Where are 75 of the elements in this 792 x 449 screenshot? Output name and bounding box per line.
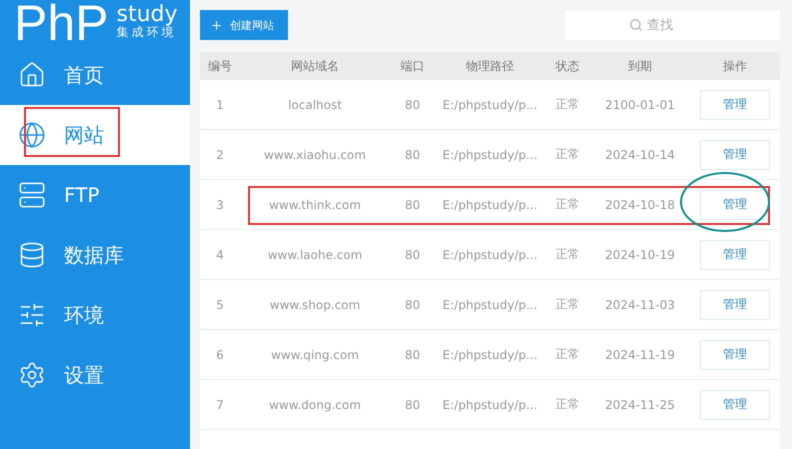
table-cell-text: 正常	[554, 296, 580, 313]
plus-icon	[210, 18, 223, 32]
table-cell-text: 80	[404, 248, 422, 262]
sidebar-item[interactable]: 设置	[0, 345, 190, 405]
search-icon	[629, 18, 643, 32]
table-cell-text: www.xiaohu.com	[263, 148, 367, 162]
table-cell-text: www.qing.com	[270, 348, 360, 362]
table-cell-text: 3	[215, 198, 225, 212]
home-icon	[18, 61, 46, 89]
database-icon	[18, 241, 46, 269]
column-header: 操作	[722, 58, 748, 74]
table-cell-text: 80	[404, 198, 422, 212]
table-cell-text: E:/phpstudy/p...	[442, 98, 538, 112]
table-cell-text: E:/phpstudy/p...	[442, 398, 538, 412]
table-cell-text: 80	[404, 398, 422, 412]
table-cell-text: www.think.com	[268, 198, 362, 212]
column-header: 端口	[400, 58, 426, 74]
table-cell-text: 2024-10-14	[604, 148, 676, 162]
server-icon	[18, 181, 46, 209]
table-cell-text: www.laohe.com	[266, 248, 364, 262]
table-cell-text: 5	[215, 298, 225, 312]
table-cell-text: 80	[404, 298, 422, 312]
manage-button[interactable]: 管理	[700, 390, 770, 420]
table-cell-text: 正常	[554, 196, 580, 213]
sidebar-item[interactable]: 首页	[0, 45, 190, 105]
logo-tagline: 集成环境	[116, 25, 178, 39]
manage-button[interactable]: 管理	[700, 240, 770, 270]
logo-text: PhP	[14, 1, 109, 45]
search-field[interactable]: 查找	[565, 10, 780, 40]
table-cell-text: 80	[404, 148, 422, 162]
table-cell-text: 2100-01-01	[604, 98, 676, 112]
globe-icon	[18, 121, 46, 149]
table-cell-text: 正常	[554, 146, 580, 163]
table-cell-text: 7	[215, 398, 225, 412]
manage-button[interactable]: 管理	[700, 340, 770, 370]
table-cell-text: 80	[404, 98, 422, 112]
column-header: 状态	[554, 58, 580, 74]
table-cell-text: 2024-11-19	[604, 348, 676, 362]
manage-button[interactable]: 管理	[700, 90, 770, 120]
table-cell-text: E:/phpstudy/p...	[442, 348, 538, 362]
table-cell-text: 正常	[554, 96, 580, 113]
sidebar-item[interactable]: FTP	[0, 165, 190, 225]
sliders-icon	[18, 301, 46, 329]
sidebar-item[interactable]: 环境	[0, 285, 190, 345]
table-cell-text: 2024-11-25	[604, 398, 676, 412]
table-cell-text: E:/phpstudy/p...	[442, 198, 538, 212]
table-cell-text: www.dong.com	[268, 398, 362, 412]
settings-icon	[18, 361, 46, 389]
table-cell-text: E:/phpstudy/p...	[442, 148, 538, 162]
manage-button[interactable]: 管理	[700, 290, 770, 320]
column-header: 网站域名	[290, 58, 340, 74]
table-cell-text: 2	[215, 148, 225, 162]
table-cell-text: www.shop.com	[268, 298, 362, 312]
manage-button[interactable]: 管理	[700, 140, 770, 170]
logo-subtitle: study	[116, 5, 178, 25]
manage-button[interactable]: 管理	[700, 190, 770, 220]
table-cell-text: 2024-10-18	[604, 198, 676, 212]
table-cell-text: 6	[215, 348, 225, 362]
column-header: 物理路径	[465, 58, 515, 74]
table-cell-text: E:/phpstudy/p...	[442, 248, 538, 262]
create-site-button[interactable]: 创建网站	[200, 10, 288, 40]
table-cell-text: 2024-10-19	[604, 248, 676, 262]
sidebar-item[interactable]: 网站	[0, 105, 190, 165]
table-cell-text: 正常	[554, 246, 580, 263]
table-cell-text: 1	[215, 98, 225, 112]
column-header: 编号	[207, 58, 233, 74]
table-cell-text: 正常	[554, 396, 580, 413]
table-cell-text: localhost	[287, 98, 343, 112]
table-cell-text: 80	[404, 348, 422, 362]
sidebar-item[interactable]: 数据库	[0, 225, 190, 285]
table-cell-text: 2024-11-03	[604, 298, 676, 312]
table-cell-text: 正常	[554, 346, 580, 363]
table-cell-text: 4	[215, 248, 225, 262]
table-cell-text: E:/phpstudy/p...	[442, 298, 538, 312]
column-header: 到期	[627, 58, 653, 74]
